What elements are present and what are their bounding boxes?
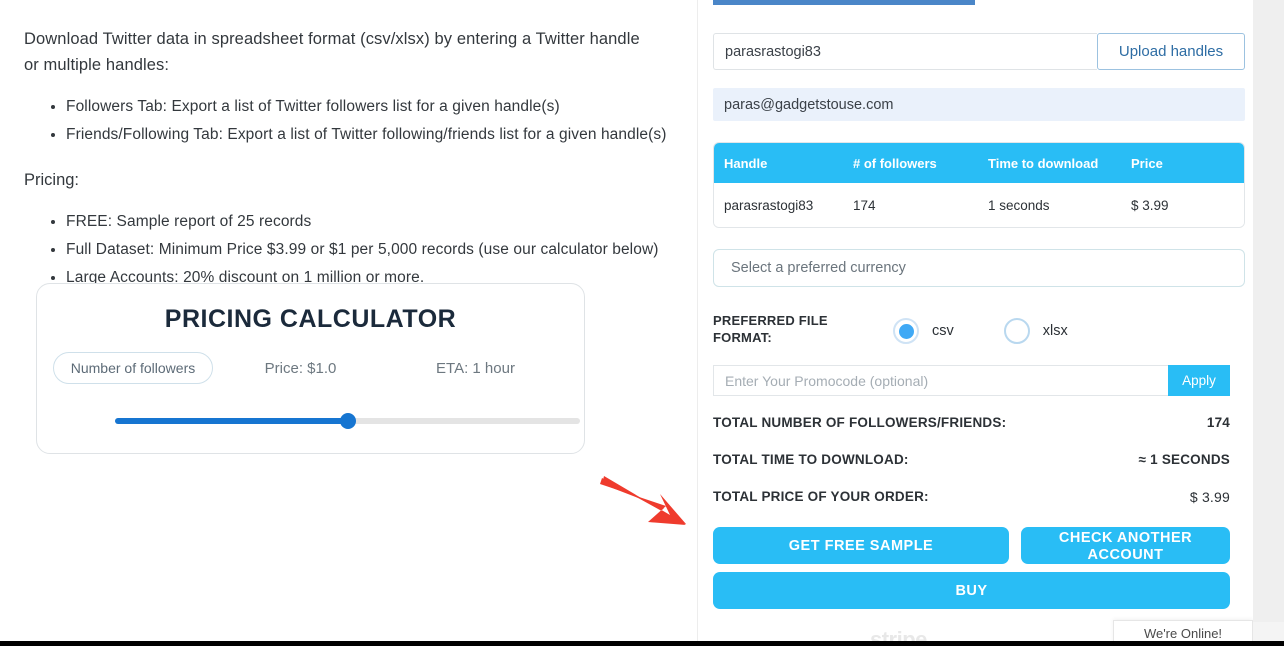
radio-option-xlsx[interactable]: xlsx — [1003, 318, 1068, 344]
list-item: Followers Tab: Export a list of Twitter … — [66, 94, 673, 119]
radio-icon-csv[interactable] — [893, 318, 919, 344]
total-followers-value: 174 — [1206, 415, 1230, 430]
followers-slider[interactable] — [52, 413, 580, 429]
chat-widget-label: We're Online! — [1143, 626, 1223, 641]
table-row: parasrastogi83 174 1 seconds $ 3.99 — [714, 183, 1244, 227]
radio-label-csv: csv — [932, 323, 954, 339]
promocode-row: Apply — [713, 365, 1230, 396]
bottom-edge-strip — [0, 641, 1284, 646]
page-root: Download Twitter data in spreadsheet for… — [0, 0, 1284, 646]
handle-results-table: Handle # of followers Time to download P… — [713, 142, 1245, 228]
total-followers-label: TOTAL NUMBER OF FOLLOWERS/FRIENDS: — [713, 415, 1007, 430]
intro-paragraph: Download Twitter data in spreadsheet for… — [24, 30, 640, 74]
total-followers-row: TOTAL NUMBER OF FOLLOWERS/FRIENDS: 174 — [713, 415, 1230, 430]
apply-promocode-button[interactable]: Apply — [1168, 365, 1230, 396]
followers-metric-pill[interactable]: Number of followers — [53, 352, 213, 384]
total-price-value: $ 3.99 — [1189, 489, 1230, 505]
file-format-label: PREFERRED FILE FORMAT: — [713, 313, 828, 345]
scrollbar-track[interactable] — [1253, 0, 1284, 622]
calculator-price-value: Price: $1.0 — [264, 359, 337, 377]
total-time-row: TOTAL TIME TO DOWNLOAD: ≈ 1 SECONDS — [713, 452, 1230, 467]
radio-option-csv[interactable]: csv — [893, 318, 954, 344]
email-field[interactable] — [713, 88, 1245, 121]
column-header-followers: # of followers — [853, 155, 937, 171]
currency-select[interactable]: Select a preferred currency — [713, 249, 1245, 287]
buy-button[interactable]: BUY — [713, 572, 1230, 609]
column-header-price: Price — [1131, 155, 1163, 171]
list-item: Friends/Following Tab: Export a list of … — [66, 122, 673, 147]
pricing-calculator-card: PRICING CALCULATOR Number of followers P… — [36, 283, 585, 454]
cell-handle: parasrastogi83 — [724, 197, 814, 213]
total-time-label: TOTAL TIME TO DOWNLOAD: — [713, 452, 909, 467]
pricing-bullet-list: FREE: Sample report of 25 records Full D… — [24, 209, 673, 290]
radio-dot — [898, 323, 914, 339]
pricing-heading: Pricing: — [24, 171, 80, 189]
page-right-gutter — [1253, 0, 1284, 646]
page-title: PRICING CALCULATOR — [164, 305, 457, 333]
cell-price: $ 3.99 — [1131, 197, 1169, 213]
active-tab-underline — [713, 0, 975, 5]
calculator-eta-value: ETA: 1 hour — [436, 359, 515, 377]
currency-select-label: Select a preferred currency — [731, 260, 906, 276]
slider-fill — [115, 418, 348, 424]
total-price-label: TOTAL PRICE OF YOUR ORDER: — [713, 489, 929, 504]
get-free-sample-button[interactable]: GET FREE SAMPLE — [713, 527, 1009, 564]
check-another-account-button[interactable]: CHECK ANOTHER ACCOUNT — [1021, 527, 1230, 564]
column-header-time: Time to download — [988, 155, 1099, 171]
list-item: FREE: Sample report of 25 records — [66, 209, 673, 234]
list-item: Full Dataset: Minimum Price $3.99 or $1 … — [66, 237, 673, 262]
radio-label-xlsx: xlsx — [1042, 323, 1068, 339]
feature-bullet-list: Followers Tab: Export a list of Twitter … — [24, 94, 673, 147]
cell-time: 1 seconds — [988, 197, 1050, 213]
calculator-metrics-row: Number of followers Price: $1.0 ETA: 1 h… — [37, 352, 584, 384]
cell-followers: 174 — [853, 197, 876, 213]
total-time-value: ≈ 1 SECONDS — [1138, 452, 1230, 467]
slider-thumb[interactable] — [340, 413, 356, 429]
file-format-radio-group: csv xlsx — [893, 318, 1118, 344]
promocode-input[interactable] — [713, 365, 1168, 396]
twitter-handle-input[interactable] — [713, 33, 1097, 70]
total-price-row: TOTAL PRICE OF YOUR ORDER: $ 3.99 — [713, 489, 1230, 505]
table-header-row: Handle # of followers Time to download P… — [714, 143, 1244, 183]
upload-handles-button[interactable]: Upload handles — [1097, 33, 1245, 70]
order-form-panel: Upload handles Handle # of followers Tim… — [698, 0, 1253, 646]
column-header-handle: Handle — [724, 155, 768, 171]
radio-icon-xlsx[interactable] — [1003, 318, 1030, 344]
handle-entry-row: Upload handles — [713, 33, 1245, 70]
